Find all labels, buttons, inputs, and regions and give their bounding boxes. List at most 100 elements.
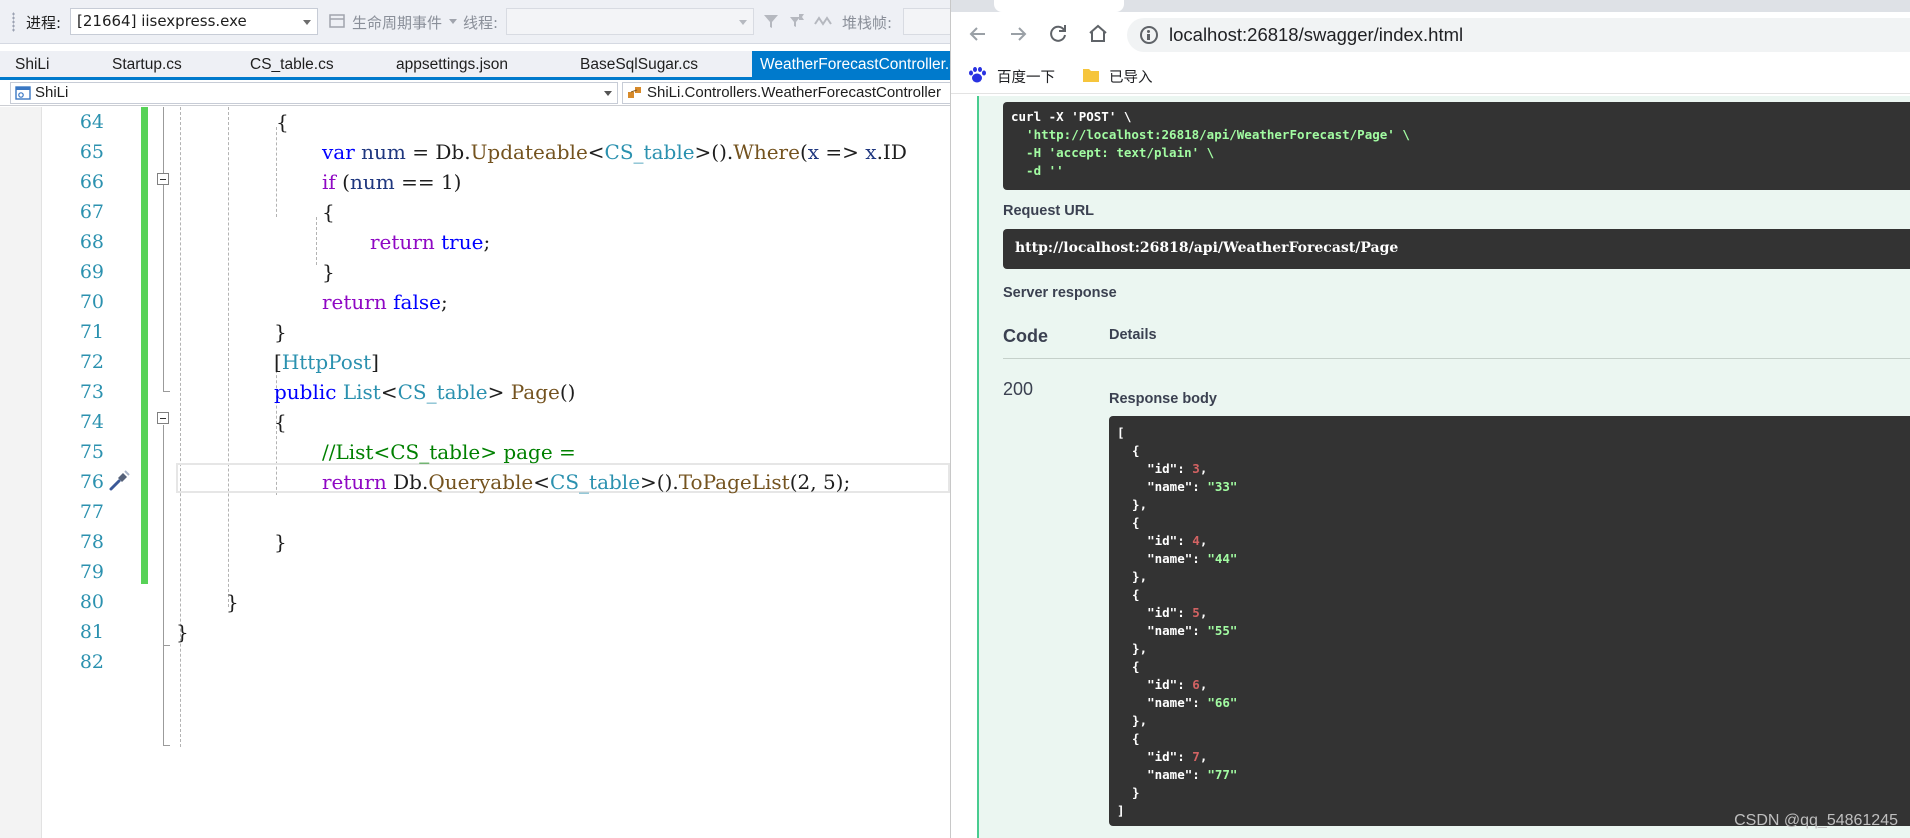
outline-end (163, 745, 170, 746)
reload-icon[interactable] (1045, 21, 1071, 47)
tab-shili[interactable]: ShiLi (15, 51, 49, 79)
debug-location-toolbar: 进程: [21664] iisexpress.exe 生命周期事件 线程: 堆栈… (0, 0, 950, 44)
bookmark-imported-folder[interactable]: 已导入 (1109, 66, 1153, 87)
filter-threads-icon[interactable] (762, 12, 780, 30)
chevron-down-icon (604, 91, 612, 96)
bookmark-baidu[interactable]: 百度一下 (997, 66, 1055, 87)
json-line: "id": 7, (1147, 749, 1208, 764)
tab-label: BaseSqlSugar.cs (580, 56, 699, 73)
json-line: }, (1117, 713, 1148, 728)
browser-tab-strip (951, 0, 1910, 12)
quick-actions-icon[interactable] (107, 469, 131, 493)
curl-line: -H 'accept: text/plain' \ (1011, 144, 1214, 162)
baidu-paw-icon (969, 67, 986, 83)
json-line: "name": "66" (1147, 695, 1238, 710)
collapse-icon[interactable] (157, 173, 169, 185)
request-url-block: http://localhost:26818/api/WeatherForeca… (1003, 229, 1910, 269)
site-info-icon[interactable] (1140, 26, 1158, 44)
address-url: localhost:26818/swagger/index.html (1169, 24, 1464, 45)
filter-flagged-icon[interactable] (788, 12, 806, 30)
show-threads-icon[interactable] (814, 12, 832, 30)
response-body-heading: Response body (1109, 391, 1217, 407)
tab-cs-table-cs[interactable]: CS_table.cs (250, 51, 334, 79)
code-line: { (274, 410, 287, 434)
line-number: 80 (79, 591, 104, 613)
json-line: "name": "33" (1147, 479, 1238, 494)
home-icon[interactable] (1085, 21, 1111, 47)
json-line: }, (1117, 497, 1148, 512)
line-number: 72 (79, 351, 104, 373)
selection-margin[interactable] (0, 107, 42, 838)
project-name: ShiLi (35, 84, 69, 101)
json-line: }, (1117, 641, 1148, 656)
curl-line: 'http://localhost:26818/api/WeatherForec… (1011, 126, 1410, 144)
outline-end (163, 391, 170, 392)
code-line: { (322, 200, 335, 224)
curl-line-text: -d '' (1011, 163, 1064, 178)
line-number: 82 (79, 651, 104, 673)
code-line: [HttpPost] (274, 350, 379, 374)
code-line: } (274, 320, 287, 344)
code-line: if (num == 1) (322, 170, 462, 194)
process-value: [21664] iisexpress.exe (77, 12, 247, 30)
tab-startup-cs[interactable]: Startup.cs (112, 51, 182, 79)
address-bar[interactable]: localhost:26818/swagger/index.html (1127, 18, 1910, 52)
line-number: 81 (79, 621, 104, 643)
member-name: ShiLi.Controllers.WeatherForecastControl… (647, 84, 942, 101)
chevron-down-icon (739, 20, 747, 25)
stackframe-label: 堆栈帧: (842, 14, 893, 32)
code-line: } (176, 620, 189, 644)
line-number: 68 (79, 231, 104, 253)
watermark: CSDN @qq_54861245 (1734, 812, 1898, 829)
line-number: 74 (79, 411, 104, 433)
response-body-block[interactable]: [ { "id": 3, "name": "33" }, { "id": 4, … (1109, 416, 1910, 826)
tab-label: Startup.cs (112, 56, 182, 73)
code-line: public List<CS_table> Page() (274, 380, 576, 404)
collapse-icon[interactable] (157, 412, 169, 424)
json-line: [ (1117, 425, 1125, 440)
back-arrow-icon[interactable] (965, 21, 991, 47)
indent-guide (228, 107, 229, 607)
thread-dropdown[interactable] (506, 8, 754, 35)
indent-guide (180, 107, 181, 747)
stackframe-dropdown[interactable] (903, 8, 950, 35)
outline-line (163, 425, 164, 645)
chevron-down-icon (303, 20, 311, 25)
code-line: } (322, 260, 335, 284)
member-dropdown[interactable]: ShiLi.Controllers.WeatherForecastControl… (622, 82, 950, 104)
forward-arrow-icon[interactable] (1005, 21, 1031, 47)
code-line: { (276, 110, 289, 134)
process-dropdown[interactable]: [21664] iisexpress.exe (70, 8, 318, 35)
tab-appsettings-json[interactable]: appsettings.json (396, 51, 508, 79)
json-line: { (1117, 731, 1140, 746)
json-line: { (1117, 587, 1140, 602)
thread-label: 线程: (463, 14, 499, 32)
chevron-down-icon[interactable] (449, 19, 457, 24)
table-divider (1003, 358, 1910, 359)
project-dropdown[interactable]: ShiLi (10, 82, 618, 104)
browser-toolbar: localhost:26818/swagger/index.html (951, 12, 1910, 56)
line-number: 66 (79, 171, 104, 193)
toolbar-grip[interactable] (12, 12, 15, 32)
lifecycle-events-icon[interactable] (328, 12, 346, 30)
code-editor[interactable]: 64 65 66 67 68 69 70 71 72 73 74 75 76 77 78 79 80 81 82 {… (0, 107, 950, 838)
curl-line-text: 'http://localhost:26818/api/WeatherForec… (1011, 127, 1410, 142)
csharp-project-icon (15, 86, 31, 100)
curl-line: curl -X 'POST' \ (1011, 108, 1131, 126)
browser-tab[interactable] (994, 0, 1124, 12)
line-number: 73 (79, 381, 104, 403)
code-line: return true; (370, 230, 491, 254)
visual-studio-window: 进程: [21664] iisexpress.exe 生命周期事件 线程: 堆栈… (0, 0, 950, 838)
line-number: 79 (79, 561, 104, 583)
tab-weatherforecastcontroller-cs[interactable]: WeatherForecastController.cs (752, 51, 950, 79)
json-line: "id": 3, (1147, 461, 1208, 476)
change-tracking-bar (141, 107, 148, 584)
json-line: "name": "55" (1147, 623, 1238, 638)
line-number: 67 (79, 201, 104, 223)
code-line: //List<CS_table> page = (322, 440, 576, 464)
tab-basesqlsugar-cs[interactable]: BaseSqlSugar.cs (580, 51, 698, 79)
line-number: 78 (79, 531, 104, 553)
navigation-bar: ShiLi ShiLi.Controllers.WeatherForecastC… (0, 80, 950, 106)
lifecycle-events-label[interactable]: 生命周期事件 (352, 12, 442, 33)
code-line: return Db.Queryable<CS_table>().ToPageLi… (322, 470, 851, 494)
